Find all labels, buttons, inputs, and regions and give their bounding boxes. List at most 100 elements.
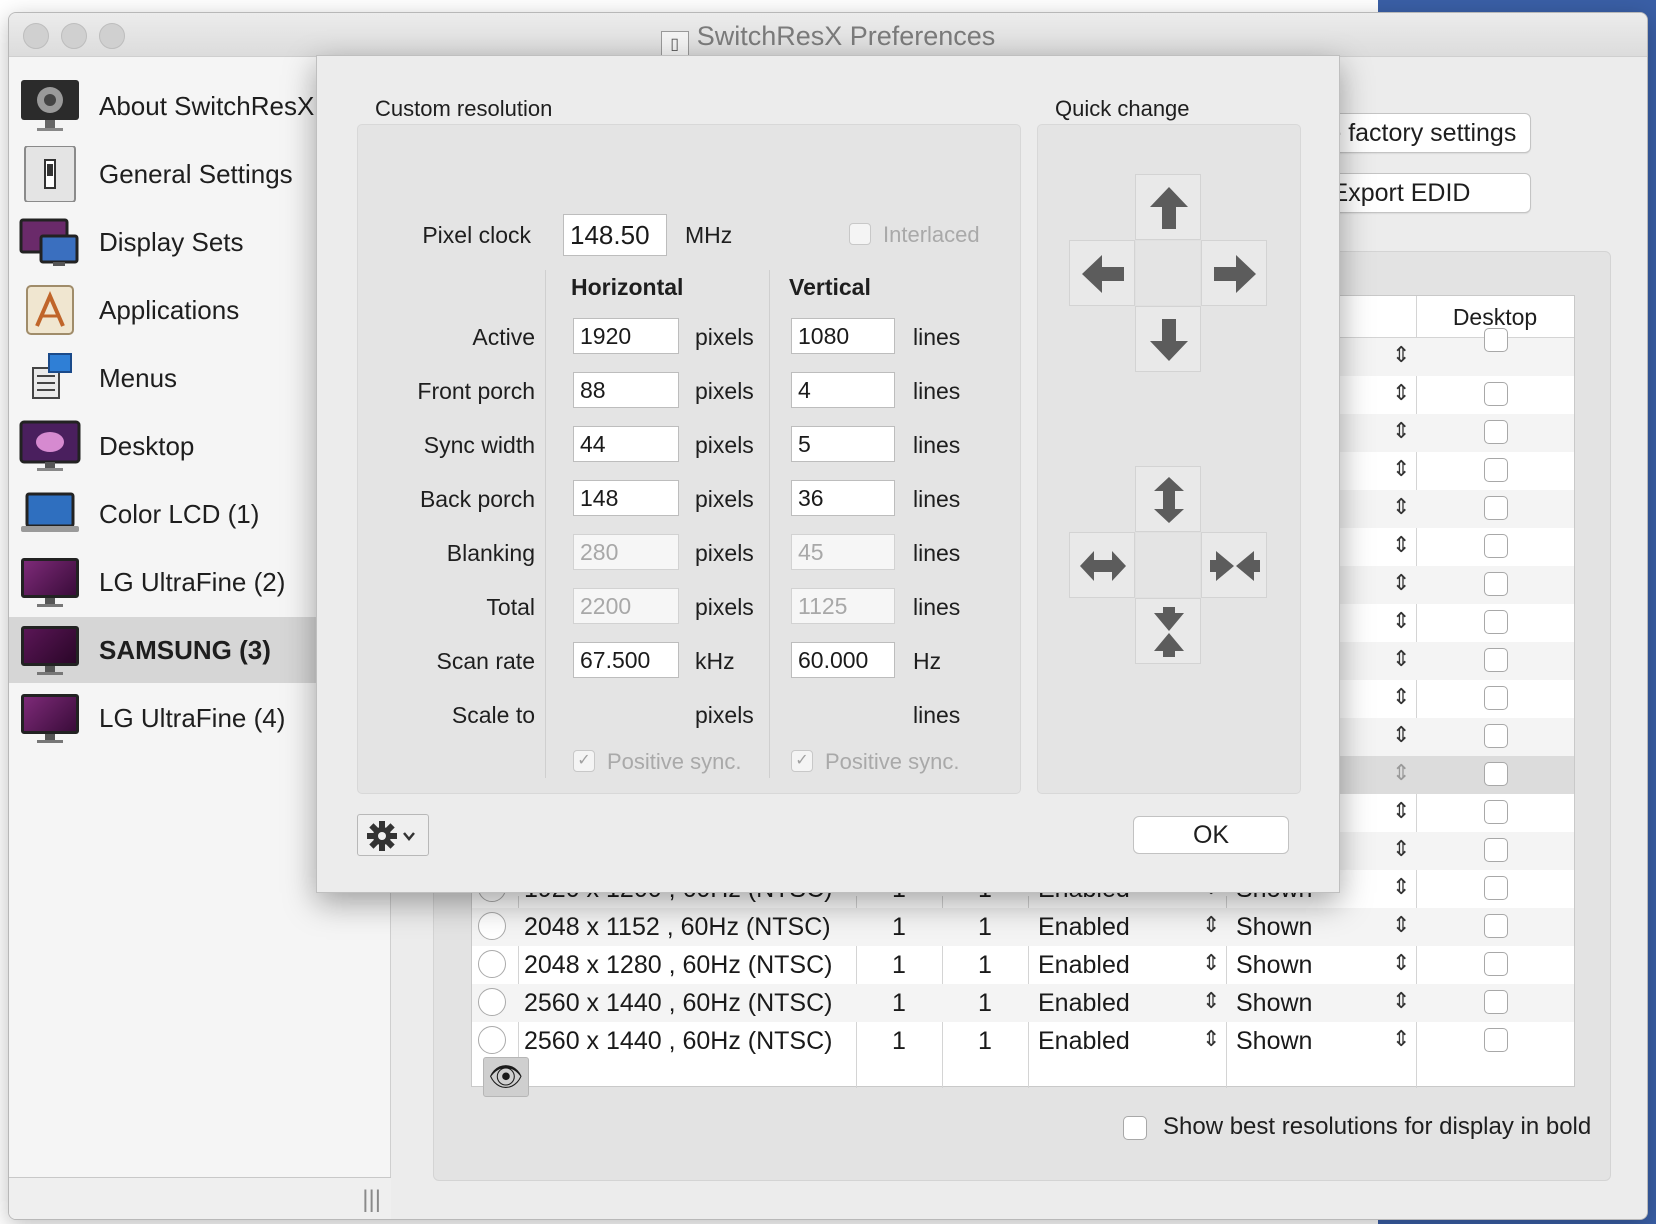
scan-rate-vertical-input[interactable]: 60.000 xyxy=(791,642,895,678)
action-menu-button[interactable] xyxy=(357,814,429,856)
desktop-checkbox[interactable] xyxy=(1484,724,1508,748)
visibility-cell[interactable]: Shown xyxy=(1236,908,1312,946)
unit-label: pixels xyxy=(695,594,754,620)
stretch-horizontal-button[interactable] xyxy=(1069,532,1135,598)
eye-icon: 👁 xyxy=(488,1061,524,1092)
show-bold-checkbox[interactable] xyxy=(1123,1116,1147,1140)
stepper-icon[interactable]: ⇕ xyxy=(1392,342,1410,368)
stepper-icon[interactable]: ⇕ xyxy=(1202,950,1220,976)
stepper-icon[interactable]: ⇕ xyxy=(1392,684,1410,710)
visibility-cell[interactable]: Shown xyxy=(1236,984,1312,1022)
stepper-icon[interactable]: ⇕ xyxy=(1392,380,1410,406)
sync-width-horizontal-input[interactable]: 44 xyxy=(573,426,679,462)
stepper-icon[interactable]: ⇕ xyxy=(1392,456,1410,482)
stepper-icon[interactable]: ⇕ xyxy=(1392,570,1410,596)
stepper-icon[interactable]: ⇕ xyxy=(1392,418,1410,444)
scan-rate-horizontal-input[interactable]: 67.500 xyxy=(573,642,679,678)
stepper-icon[interactable]: ⇕ xyxy=(1392,494,1410,520)
resize-handle-icon[interactable]: ||| xyxy=(362,1186,381,1214)
shrink-horizontal-button[interactable] xyxy=(1201,532,1267,598)
total-horizontal-value: 2200 xyxy=(573,588,679,624)
sidebar-item-label: LG UltraFine (4) xyxy=(99,702,286,733)
stepper-icon[interactable]: ⇕ xyxy=(1392,1026,1410,1052)
stepper-icon[interactable]: ⇕ xyxy=(1202,912,1220,938)
desktop-checkbox[interactable] xyxy=(1484,572,1508,596)
visibility-cell[interactable]: Shown xyxy=(1236,1022,1312,1060)
desktop-checkbox[interactable] xyxy=(1484,610,1508,634)
desktop-checkbox[interactable] xyxy=(1484,838,1508,862)
sidebar-item-label: Display Sets xyxy=(99,226,244,257)
active-vertical-input[interactable]: 1080 xyxy=(791,318,895,354)
interlaced-checkbox[interactable] xyxy=(849,223,871,245)
arrow-left-icon xyxy=(1082,255,1124,293)
stepper-icon[interactable]: ⇕ xyxy=(1392,722,1410,748)
desktop-checkbox[interactable] xyxy=(1484,534,1508,558)
desktop-checkbox[interactable] xyxy=(1484,382,1508,406)
active-horizontal-input[interactable]: 1920 xyxy=(573,318,679,354)
stepper-icon[interactable]: ⇕ xyxy=(1202,988,1220,1014)
window-title-text: SwitchResX Preferences xyxy=(696,21,996,51)
back-porch-vertical-input[interactable]: 36 xyxy=(791,480,895,516)
shrink-vertical-button[interactable] xyxy=(1135,598,1201,664)
row-radio-button[interactable] xyxy=(478,950,506,978)
unit-label: lines xyxy=(913,432,961,458)
status-cell[interactable]: Enabled xyxy=(1038,946,1130,984)
status-cell[interactable]: Enabled xyxy=(1038,1022,1130,1060)
desktop-checkbox[interactable] xyxy=(1484,914,1508,938)
stepper-icon[interactable]: ⇕ xyxy=(1392,798,1410,824)
vertical-header: Vertical xyxy=(789,274,871,300)
stepper-icon[interactable]: ⇕ xyxy=(1392,608,1410,634)
desktop-checkbox[interactable] xyxy=(1484,496,1508,520)
desktop-checkbox[interactable] xyxy=(1484,458,1508,482)
desktop-checkbox[interactable] xyxy=(1484,990,1508,1014)
stepper-icon[interactable]: ⇕ xyxy=(1392,874,1410,900)
stepper-icon[interactable]: ⇕ xyxy=(1202,1026,1220,1052)
stepper-icon[interactable]: ⇕ xyxy=(1392,836,1410,862)
stepper-icon[interactable]: ⇕ xyxy=(1392,760,1410,786)
stepper-icon[interactable]: ⇕ xyxy=(1392,912,1410,938)
desktop-checkbox[interactable] xyxy=(1484,328,1508,352)
positive-sync-vertical-checkbox[interactable]: ✓ xyxy=(791,750,813,772)
unit-label: pixels xyxy=(695,432,754,458)
row-radio-button[interactable] xyxy=(478,1026,506,1054)
desktop-checkbox[interactable] xyxy=(1484,648,1508,672)
move-right-button[interactable] xyxy=(1201,240,1267,306)
positive-sync-horizontal-checkbox[interactable]: ✓ xyxy=(573,750,595,772)
table-row[interactable]: 2048 x 1280 , 60Hz (NTSC) 1 1 Enabled ⇕ … xyxy=(472,946,1574,984)
shrink-vertical-icon xyxy=(1154,607,1184,657)
desktop-checkbox[interactable] xyxy=(1484,1028,1508,1052)
move-up-button[interactable] xyxy=(1135,174,1201,240)
stretch-vertical-button[interactable] xyxy=(1135,466,1201,532)
row-radio-button[interactable] xyxy=(478,912,506,940)
visibility-cell[interactable]: Shown xyxy=(1236,946,1312,984)
stepper-icon[interactable]: ⇕ xyxy=(1392,532,1410,558)
desktop-checkbox[interactable] xyxy=(1484,420,1508,444)
blanking-vertical-value: 45 xyxy=(791,534,895,570)
table-row[interactable]: 2048 x 1152 , 60Hz (NTSC) 1 1 Enabled ⇕ … xyxy=(472,908,1574,946)
desktop-checkbox[interactable] xyxy=(1484,686,1508,710)
sync-width-vertical-input[interactable]: 5 xyxy=(791,426,895,462)
status-cell[interactable]: Enabled xyxy=(1038,984,1130,1022)
back-porch-horizontal-input[interactable]: 148 xyxy=(573,480,679,516)
move-down-button[interactable] xyxy=(1135,306,1201,372)
table-row[interactable]: 2560 x 1440 , 60Hz (NTSC) 1 1 Enabled ⇕ … xyxy=(472,984,1574,1022)
move-left-button[interactable] xyxy=(1069,240,1135,306)
status-cell[interactable]: Enabled xyxy=(1038,908,1130,946)
desktop-checkbox[interactable] xyxy=(1484,762,1508,786)
table-row[interactable]: 2560 x 1440 , 60Hz (NTSC) 1 1 Enabled ⇕ … xyxy=(472,1022,1574,1060)
interlaced-label: Interlaced xyxy=(883,222,980,247)
title-bar[interactable]: ▯ SwitchResX Preferences xyxy=(9,13,1647,59)
desktop-checkbox[interactable] xyxy=(1484,952,1508,976)
preview-eye-button[interactable]: 👁 xyxy=(483,1057,529,1097)
pixel-clock-input[interactable]: 148.50 xyxy=(563,214,667,256)
ok-button[interactable]: OK xyxy=(1133,816,1289,854)
stepper-icon[interactable]: ⇕ xyxy=(1392,646,1410,672)
desktop-checkbox[interactable] xyxy=(1484,876,1508,900)
desktop-checkbox[interactable] xyxy=(1484,800,1508,824)
stepper-icon[interactable]: ⇕ xyxy=(1392,950,1410,976)
stepper-icon[interactable]: ⇕ xyxy=(1392,988,1410,1014)
front-porch-vertical-input[interactable]: 4 xyxy=(791,372,895,408)
row-radio-button[interactable] xyxy=(478,988,506,1016)
total-vertical-value: 1125 xyxy=(791,588,895,624)
front-porch-horizontal-input[interactable]: 88 xyxy=(573,372,679,408)
